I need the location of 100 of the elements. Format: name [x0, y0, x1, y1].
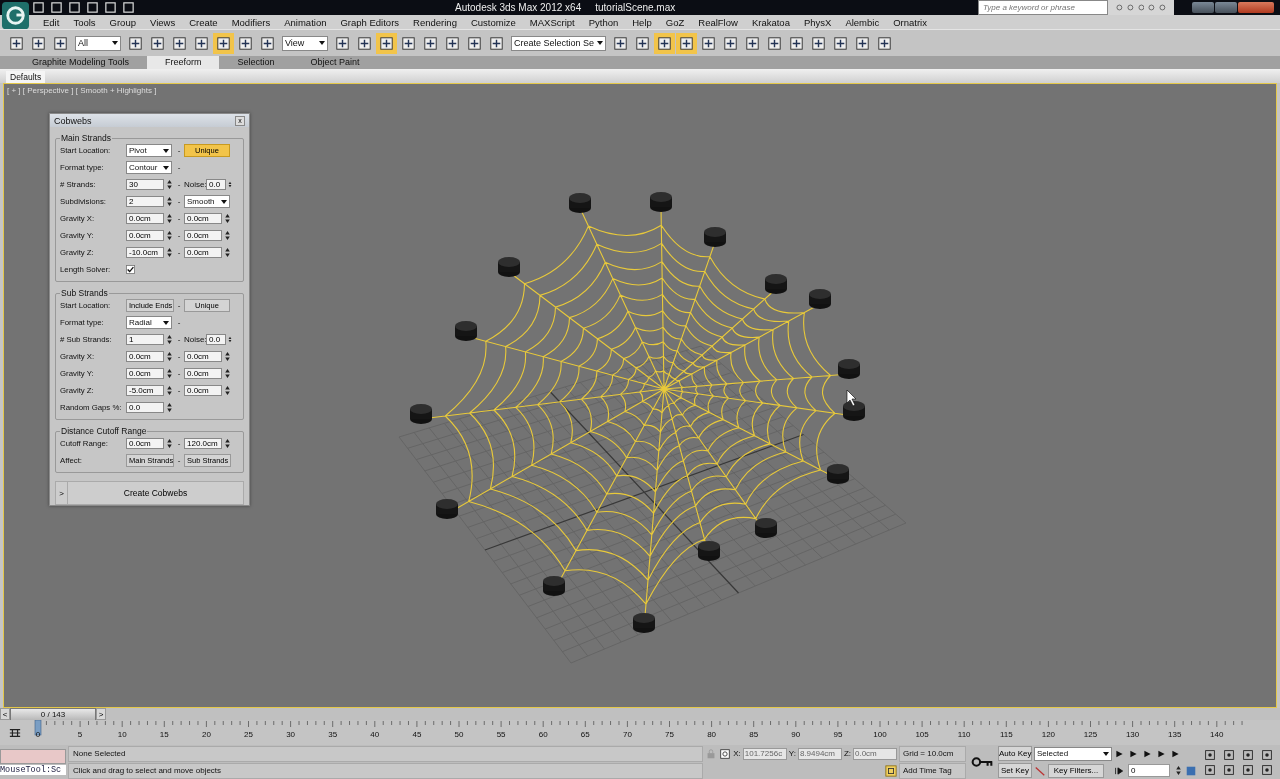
menu-item[interactable]: Alembic	[838, 16, 887, 28]
number-field[interactable]: 0.0	[206, 334, 226, 346]
key-mode-dropdown[interactable]: Selected	[1034, 746, 1112, 761]
dropdown[interactable]: Smooth	[184, 195, 230, 209]
checkbox[interactable]	[126, 265, 135, 275]
spinner-arrows-icon[interactable]	[224, 213, 231, 225]
ribbon-tab[interactable]: Selection	[219, 56, 293, 69]
number-field[interactable]: 0.0cm	[184, 368, 222, 380]
menu-item[interactable]: Group	[102, 16, 143, 28]
track-view-icon[interactable]	[8, 726, 22, 739]
menu-item[interactable]: MAXScript	[522, 16, 582, 28]
x-coordinate-field[interactable]: 101.7256c	[742, 747, 787, 760]
number-field[interactable]: -5.0cm	[126, 385, 164, 397]
spinner-arrows-icon[interactable]	[166, 179, 173, 191]
current-frame-field[interactable]: 0	[1128, 764, 1170, 777]
dropdown[interactable]: Contour	[126, 161, 172, 175]
spinner-arrows-icon[interactable]	[166, 247, 173, 259]
expand-button[interactable]: >	[56, 482, 68, 504]
ribbon-tab[interactable]: Freeform	[146, 56, 220, 69]
add-time-tag-field[interactable]: Add Time Tag	[899, 762, 966, 779]
separator-dash: -	[176, 163, 182, 173]
spinner-arrows-icon[interactable]	[166, 402, 173, 414]
menu-item[interactable]: Modifiers	[224, 16, 278, 28]
y-coordinate-field[interactable]: 8.9494cm	[797, 747, 842, 760]
set-key-button[interactable]: Set Key	[998, 763, 1032, 778]
key-filters-button[interactable]: Key Filters...	[1048, 763, 1104, 778]
number-field[interactable]: 30	[126, 179, 164, 191]
create-cobwebs-button[interactable]: Create Cobwebs	[68, 482, 243, 504]
minimize-button[interactable]	[1192, 2, 1214, 13]
menu-item[interactable]: Ornatrix	[886, 16, 934, 28]
menu-item[interactable]: GoZ	[658, 16, 692, 28]
spinner-arrows-icon[interactable]	[166, 368, 173, 380]
frame-number: 65	[580, 730, 590, 739]
spinner-arrows-icon[interactable]	[166, 213, 173, 225]
menu-item[interactable]: Edit	[36, 16, 67, 28]
frame-number: 95	[833, 730, 843, 739]
number-field[interactable]: 0.0cm	[184, 230, 222, 242]
number-field[interactable]: 0.0cm	[184, 351, 222, 363]
number-field[interactable]: 1	[126, 334, 164, 346]
number-field[interactable]: 0.0	[206, 179, 226, 191]
spinner-arrows-icon[interactable]	[224, 247, 231, 259]
curve-icon[interactable]	[1034, 764, 1046, 777]
number-field[interactable]: 2	[126, 196, 164, 208]
number-field[interactable]: 0.0cm	[126, 230, 164, 242]
crosshair-box-icon[interactable]	[719, 747, 732, 760]
menu-item[interactable]: Krakatoa	[744, 16, 797, 28]
frame-number: 0	[35, 730, 41, 739]
menu-item[interactable]: Graph Editors	[333, 16, 407, 28]
separator-dash: -	[176, 335, 182, 345]
spinner-arrows-icon[interactable]	[1175, 765, 1182, 776]
number-field[interactable]: 0.0cm	[126, 438, 164, 450]
menu-item[interactable]: Animation	[277, 16, 334, 28]
number-field[interactable]: 0.0cm	[184, 385, 222, 397]
next-frame-button[interactable]: >	[96, 708, 106, 720]
spinner-arrows-icon[interactable]	[166, 230, 173, 242]
spinner-arrows-icon[interactable]	[166, 334, 173, 346]
number-field[interactable]: 0.0cm	[126, 351, 164, 363]
number-field[interactable]: 0.0cm	[184, 247, 222, 259]
auto-key-button[interactable]: Auto Key	[998, 746, 1032, 761]
menu-item[interactable]: RealFlow	[691, 16, 745, 28]
spinner-arrows-icon[interactable]	[224, 351, 231, 363]
spinner-arrows-icon[interactable]	[166, 438, 173, 450]
menu-item[interactable]: Views	[142, 16, 183, 28]
number-field[interactable]: 120.0cm	[184, 438, 222, 450]
menu-item[interactable]: Tools	[66, 16, 103, 28]
number-field[interactable]: 0.0cm	[126, 213, 164, 225]
menu-item[interactable]: Create	[182, 16, 225, 28]
toolbar-dropdown[interactable]: All	[75, 35, 121, 51]
spinner-arrows-icon[interactable]	[224, 368, 231, 380]
number-field[interactable]: 0.0cm	[126, 368, 164, 380]
time-tag-icon[interactable]	[885, 764, 897, 777]
search-field[interactable]: Type a keyword or phrase	[978, 0, 1108, 15]
spinner-arrows-icon[interactable]	[224, 385, 231, 397]
z-coordinate-field[interactable]: 0.0cm	[853, 747, 897, 760]
number-field[interactable]: -10.0cm	[126, 247, 164, 259]
number-field[interactable]: 0.0	[126, 402, 164, 414]
restore-button[interactable]	[1215, 2, 1237, 13]
ribbon-tab[interactable]: Object Paint	[292, 56, 378, 69]
key-mode-toggle-icon[interactable]	[1114, 765, 1125, 776]
menu-item[interactable]: Customize	[463, 16, 523, 28]
maxscript-input-field[interactable]	[0, 749, 66, 764]
play-icon[interactable]	[1142, 748, 1153, 759]
number-field[interactable]: 0.0cm	[184, 213, 222, 225]
spinner-arrows-icon[interactable]	[166, 385, 173, 397]
spinner-arrows-icon[interactable]	[224, 230, 231, 242]
menu-item[interactable]: PhysX	[796, 16, 839, 28]
viewport-label[interactable]: [ + ] [ Perspective ] [ Smooth + Highlights ]	[7, 86, 157, 95]
toolbar-dropdown[interactable]: View	[282, 35, 328, 51]
menu-item[interactable]: Rendering	[406, 16, 464, 28]
spinner-arrows-icon[interactable]	[166, 196, 173, 208]
ribbon-tab[interactable]: Graphite Modeling Tools	[14, 56, 147, 69]
app-logo-icon[interactable]	[1, 1, 30, 30]
dropdown[interactable]: Radial	[126, 316, 172, 330]
menu-item[interactable]: Python	[581, 16, 626, 28]
dropdown[interactable]: Pivot	[126, 144, 172, 158]
menu-item[interactable]: Help	[625, 16, 659, 28]
ribbon-panel-tab[interactable]: Defaults	[6, 71, 46, 83]
spinner-arrows-icon[interactable]	[224, 438, 231, 450]
spinner-arrows-icon[interactable]	[166, 351, 173, 363]
toolbar-dropdown[interactable]: Create Selection Se	[511, 35, 607, 51]
